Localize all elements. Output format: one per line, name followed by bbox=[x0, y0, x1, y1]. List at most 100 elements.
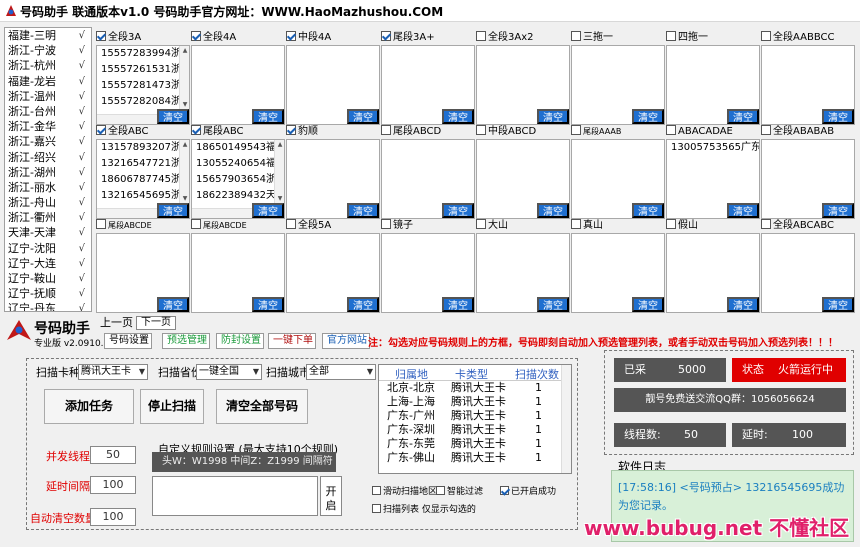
anti-block-settings-button[interactable]: 防封设置 bbox=[216, 333, 264, 349]
number-list[interactable]: 清空 bbox=[286, 139, 380, 219]
rule-cell-header[interactable]: 中段ABCD bbox=[476, 125, 570, 139]
city-list[interactable]: 福建-三明 √ 浙江-宁波 √ 浙江-杭州 √ 福建-龙岩 √ 浙江-温州 √ 浙江-台州 √ 浙江-金… bbox=[4, 27, 92, 312]
number-list[interactable]: 清空 bbox=[666, 45, 760, 125]
city-list-item[interactable]: 辽宁-鞍山 √ bbox=[5, 271, 91, 286]
checkbox-box[interactable] bbox=[372, 486, 381, 495]
number-list[interactable]: 15557283994浙江- 15557261531浙江- 15557281473浙… bbox=[96, 45, 190, 125]
checkbox-box[interactable] bbox=[500, 486, 509, 495]
option-checkbox[interactable]: 已开启成功 bbox=[500, 486, 556, 497]
rule-open-button[interactable]: 开启 bbox=[320, 476, 342, 516]
rule-checkbox[interactable] bbox=[96, 125, 106, 135]
city-list-item[interactable]: 浙江-湖州 √ bbox=[5, 165, 91, 180]
rule-checkbox[interactable] bbox=[666, 125, 676, 135]
city-list-item[interactable]: 浙江-绍兴 √ bbox=[5, 150, 91, 165]
table-row[interactable]: 广东-佛山 腾讯大王卡 1 bbox=[379, 451, 571, 465]
rule-cell-header[interactable]: 真山 bbox=[571, 219, 665, 233]
number-row[interactable]: 13157893207浙江-i bbox=[97, 140, 189, 156]
option-checkbox[interactable]: 扫描列表 仅显示勾选的 bbox=[372, 504, 476, 515]
table-row[interactable]: 北京-北京 腾讯大王卡 1 bbox=[379, 381, 571, 395]
city-list-item[interactable]: 浙江-舟山 √ bbox=[5, 195, 91, 210]
auto-clear-input[interactable]: 100 bbox=[90, 508, 136, 526]
rule-checkbox[interactable] bbox=[191, 125, 201, 135]
rule-checkbox[interactable] bbox=[666, 219, 676, 229]
city-list-item[interactable]: 辽宁-沈阳 √ bbox=[5, 241, 91, 256]
rule-cell-header[interactable]: 三拖一 bbox=[571, 31, 665, 45]
rule-cell-header[interactable]: 全段3Ax2 bbox=[476, 31, 570, 45]
rule-checkbox[interactable] bbox=[96, 31, 106, 41]
table-row[interactable]: 上海-上海 腾讯大王卡 1 bbox=[379, 395, 571, 409]
number-row[interactable]: 18650149543福建-j bbox=[192, 140, 284, 156]
number-list[interactable]: 清空 bbox=[381, 45, 475, 125]
rule-checkbox[interactable] bbox=[761, 219, 771, 229]
clear-button[interactable]: 清空 bbox=[727, 203, 759, 218]
scroll-up-icon[interactable]: ▲ bbox=[180, 140, 189, 150]
rule-checkbox[interactable] bbox=[761, 125, 771, 135]
rule-cell-header[interactable]: 全段ABCABC bbox=[761, 219, 855, 233]
clear-button[interactable]: 清空 bbox=[157, 297, 189, 312]
rule-textarea[interactable] bbox=[152, 476, 318, 516]
city-list-item[interactable]: 浙江-宁波 √ bbox=[5, 43, 91, 58]
number-list-scrollbar[interactable]: ▲ ▼ bbox=[179, 46, 189, 110]
rule-checkbox[interactable] bbox=[286, 125, 296, 135]
province-select[interactable]: 一键全国 ▼ bbox=[196, 364, 262, 380]
clear-button[interactable]: 清空 bbox=[537, 109, 569, 124]
table-row[interactable]: 广东-深圳 腾讯大王卡 1 bbox=[379, 423, 571, 437]
number-list[interactable]: 清空 bbox=[476, 45, 570, 125]
number-row[interactable]: 13055240654福建- bbox=[192, 156, 284, 172]
clear-button[interactable]: 清空 bbox=[347, 297, 379, 312]
next-page-tab[interactable]: 下一页 bbox=[136, 316, 176, 330]
preselect-manage-button[interactable]: 预选管理 bbox=[162, 333, 210, 349]
clear-button[interactable]: 清空 bbox=[442, 297, 474, 312]
scroll-up-icon[interactable]: ▲ bbox=[180, 46, 189, 56]
rule-cell-header[interactable]: 四拖一 bbox=[666, 31, 760, 45]
scan-table[interactable]: 归属地 卡类型 扫描次数 北京-北京 腾讯大王卡 1 上海-上海 腾讯大王卡 1 广东-广州… bbox=[378, 364, 572, 474]
option-checkbox[interactable]: 滑动扫描地区 bbox=[372, 486, 437, 497]
rule-cell-header[interactable]: 全段5A bbox=[286, 219, 380, 233]
city-list-item[interactable]: 浙江-台州 √ bbox=[5, 104, 91, 119]
rule-cell-header[interactable]: 假山 bbox=[666, 219, 760, 233]
number-row[interactable]: 15557281473浙江- bbox=[97, 78, 189, 94]
number-list[interactable]: 清空 bbox=[286, 45, 380, 125]
card-type-select[interactable]: 腾讯大王卡 ▼ bbox=[78, 364, 148, 380]
city-list-item[interactable]: 浙江-温州 √ bbox=[5, 89, 91, 104]
number-row[interactable]: 13216547721浙江- bbox=[97, 156, 189, 172]
city-list-item[interactable]: 浙江-衢州 √ bbox=[5, 210, 91, 225]
stop-scan-button[interactable]: 停止扫描 bbox=[140, 389, 204, 424]
scan-table-scrollbar[interactable] bbox=[561, 365, 571, 473]
city-list-item[interactable]: 浙江-嘉兴 √ bbox=[5, 134, 91, 149]
number-list[interactable]: 13005753565广东-惠清空 bbox=[666, 139, 760, 219]
number-list[interactable]: 清空 bbox=[476, 139, 570, 219]
clear-button[interactable]: 清空 bbox=[442, 109, 474, 124]
number-list[interactable]: 清空 bbox=[381, 139, 475, 219]
number-row[interactable]: 15557261531浙江- bbox=[97, 62, 189, 78]
checkbox-box[interactable] bbox=[436, 486, 445, 495]
number-row[interactable]: 18606787745浙江- bbox=[97, 172, 189, 188]
delay-input[interactable]: 100 bbox=[90, 476, 136, 494]
number-list[interactable]: 清空 bbox=[571, 233, 665, 313]
number-list[interactable]: 清空 bbox=[761, 139, 855, 219]
rule-checkbox[interactable] bbox=[381, 219, 391, 229]
clear-button[interactable]: 清空 bbox=[347, 109, 379, 124]
clear-button[interactable]: 清空 bbox=[822, 297, 854, 312]
number-list[interactable]: 18650149543福建-j 13055240654福建- 15657903654… bbox=[191, 139, 285, 219]
city-list-item[interactable]: 福建-龙岩 √ bbox=[5, 74, 91, 89]
number-list[interactable]: 清空 bbox=[286, 233, 380, 313]
city-scan-select[interactable]: 全部 ▼ bbox=[306, 364, 376, 380]
city-list-item[interactable]: 辽宁-大连 √ bbox=[5, 256, 91, 271]
rule-cell-header[interactable]: 全段ABABAB bbox=[761, 125, 855, 139]
option-checkbox[interactable]: 智能过滤 bbox=[436, 486, 483, 497]
city-list-item[interactable]: 浙江-杭州 √ bbox=[5, 58, 91, 73]
number-list[interactable]: 清空 bbox=[96, 233, 190, 313]
number-list[interactable]: 清空 bbox=[476, 233, 570, 313]
rule-cell-header[interactable]: ABACADAE bbox=[666, 125, 760, 139]
rule-cell-header[interactable]: 尾段ABCDE bbox=[96, 219, 190, 233]
number-row[interactable]: 18622389432天津- bbox=[192, 188, 284, 204]
prev-page-link[interactable]: 上一页 bbox=[100, 316, 133, 330]
rule-cell-header[interactable]: 豹顺 bbox=[286, 125, 380, 139]
clear-button[interactable]: 清空 bbox=[632, 297, 664, 312]
number-row[interactable]: 15557282084浙江- bbox=[97, 94, 189, 110]
rule-cell-header[interactable]: 大山 bbox=[476, 219, 570, 233]
rule-cell-header[interactable]: 尾段ABC bbox=[191, 125, 285, 139]
rule-checkbox[interactable] bbox=[381, 31, 391, 41]
number-row[interactable]: 13216545695浙江- bbox=[97, 188, 189, 204]
